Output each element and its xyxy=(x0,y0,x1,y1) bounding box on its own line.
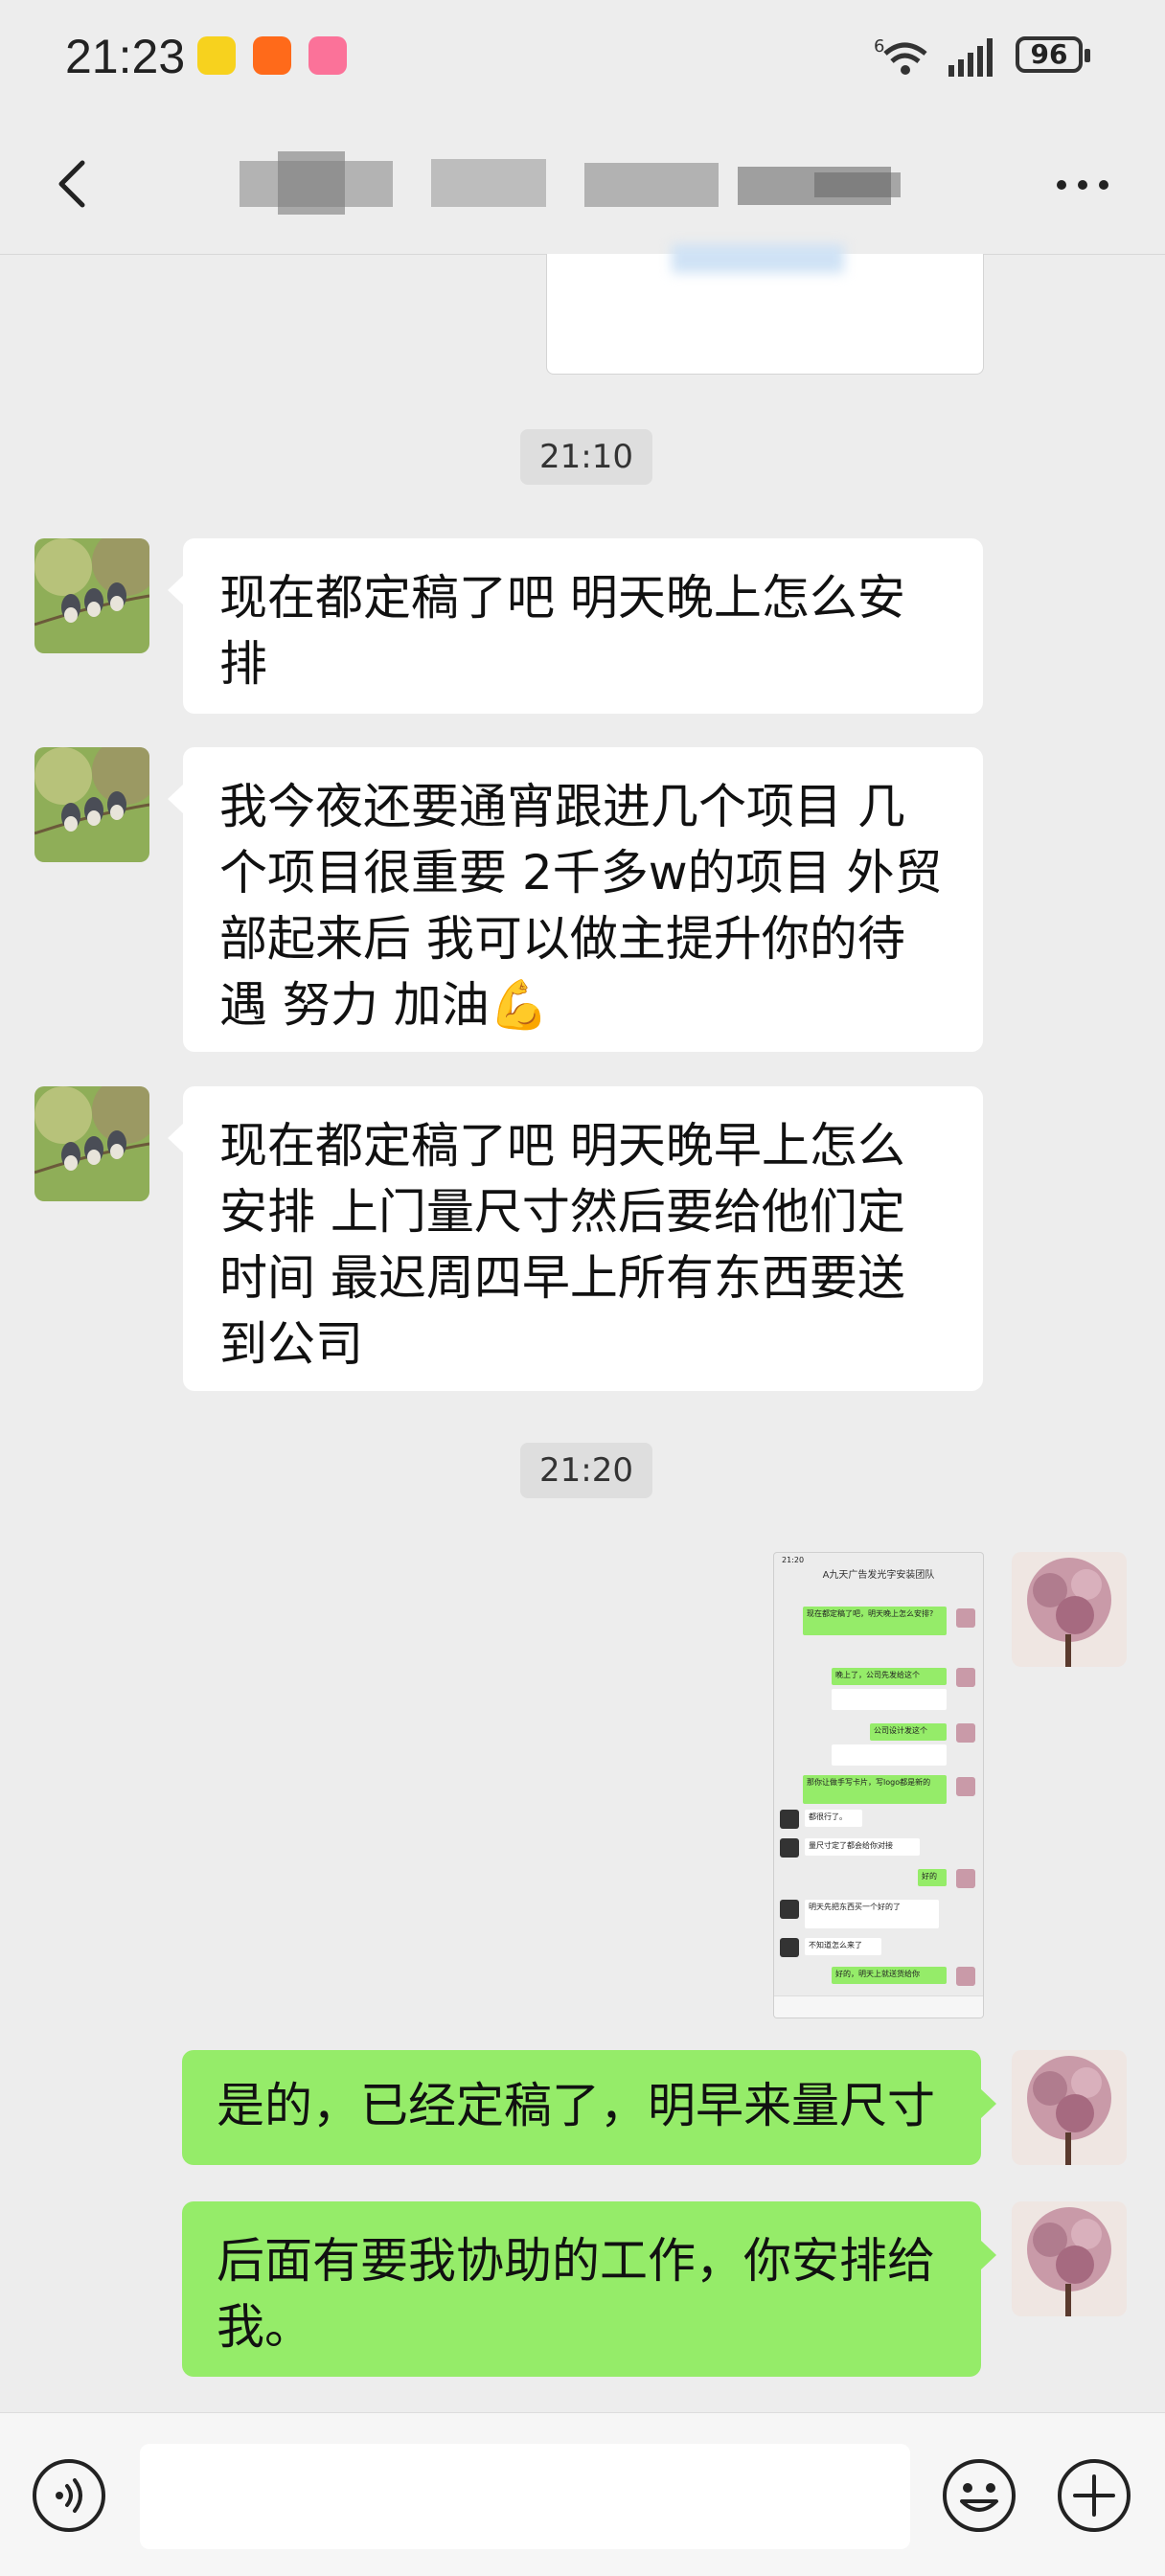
voice-icon[interactable] xyxy=(31,2457,107,2534)
thumb-input-bar xyxy=(774,1995,983,2017)
battery-indicator: 96 xyxy=(1016,36,1090,73)
thumb-line: 不知道怎么来了 xyxy=(805,1938,881,1955)
contact-avatar[interactable] xyxy=(34,538,149,653)
thumb-avatar xyxy=(780,1810,799,1829)
app-notification-icon xyxy=(197,36,236,75)
image-message-thumbnail[interactable]: 21:20 A九天广告发光字安装团队 现在都定稿了吧，明天晚上怎么安排? 晚上了… xyxy=(773,1552,984,2018)
thumb-avatar xyxy=(956,1608,975,1628)
thumb-line: 量尺寸定了都会给你对接 xyxy=(805,1838,920,1856)
thumb-avatar xyxy=(780,1900,799,1919)
my-avatar[interactable] xyxy=(1012,2201,1127,2316)
outgoing-message-bubble[interactable]: 是的，已经定稿了，明早来量尺寸 xyxy=(182,2050,996,2165)
message-timestamp: 21:20 xyxy=(520,1443,652,1498)
message-text-input[interactable] xyxy=(140,2444,910,2549)
more-options-icon[interactable] xyxy=(1054,171,1111,199)
incoming-message-bubble[interactable]: 现在都定稿了吧 明天晚早上怎么安排 上门量尺寸然后要给他们定时间 最迟周四早上所… xyxy=(168,1086,983,1391)
chat-header xyxy=(0,115,1165,255)
app-notification-icon xyxy=(253,36,291,75)
thumb-line: 公司设计发这个 xyxy=(870,1723,947,1741)
signal-icon xyxy=(948,38,993,77)
status-time: 21:23 xyxy=(65,30,186,83)
message-timestamp: 21:10 xyxy=(520,429,652,485)
thumb-line: 那你让做手写卡片，写logo都是新的 xyxy=(803,1775,947,1804)
emoji-icon[interactable] xyxy=(941,2457,1017,2534)
thumb-file xyxy=(832,1744,947,1766)
thumb-avatar xyxy=(780,1838,799,1858)
thumb-avatar xyxy=(956,1668,975,1687)
thumb-avatar xyxy=(956,1869,975,1888)
my-avatar[interactable] xyxy=(1012,1552,1127,1667)
thumb-avatar xyxy=(956,1967,975,1986)
blurred-chat-title xyxy=(240,151,901,215)
incoming-message-bubble[interactable]: 我今夜还要通宵跟进几个项目 几个项目很重要 2千多w的项目 外贸部起来后 我可以… xyxy=(168,747,983,1052)
thumb-line: 好的 xyxy=(918,1869,947,1886)
thumb-line: 现在都定稿了吧，明天晚上怎么安排? xyxy=(803,1607,947,1635)
plus-icon[interactable] xyxy=(1056,2457,1132,2534)
thumb-avatar xyxy=(956,1723,975,1743)
scrolled-card-fragment[interactable] xyxy=(546,244,984,375)
thumb-line: 明天先把东西买一个好的了 xyxy=(805,1900,939,1928)
my-avatar[interactable] xyxy=(1012,2050,1127,2165)
thumb-file xyxy=(832,1689,947,1710)
contact-avatar[interactable] xyxy=(34,1086,149,1201)
contact-avatar[interactable] xyxy=(34,747,149,862)
thumb-line: 晚上了，公司先发给这个 xyxy=(832,1668,947,1685)
bilibili-icon xyxy=(308,36,347,75)
chat-input-bar xyxy=(0,2412,1165,2576)
back-arrow-icon[interactable] xyxy=(48,155,105,213)
thumb-time: 21:20 xyxy=(782,1556,805,1564)
thumb-line: 好的，明天上就送货给你 xyxy=(832,1967,947,1984)
thumb-avatar xyxy=(780,1938,799,1957)
incoming-message-bubble[interactable]: 现在都定稿了吧 明天晚上怎么安排 xyxy=(168,538,983,714)
svg-text:6: 6 xyxy=(874,36,884,57)
thumb-avatar xyxy=(956,1777,975,1796)
status-bar: 21:23 6 96 xyxy=(0,0,1165,115)
outgoing-message-bubble[interactable]: 后面有要我协助的工作，你安排给我。 xyxy=(182,2201,996,2377)
card-blurred-text xyxy=(672,244,844,273)
wifi-icon: 6 xyxy=(874,36,927,75)
thumb-title: A九天广告发光字安装团队 xyxy=(822,1570,935,1581)
thumb-line: 都很行了。 xyxy=(805,1810,862,1827)
